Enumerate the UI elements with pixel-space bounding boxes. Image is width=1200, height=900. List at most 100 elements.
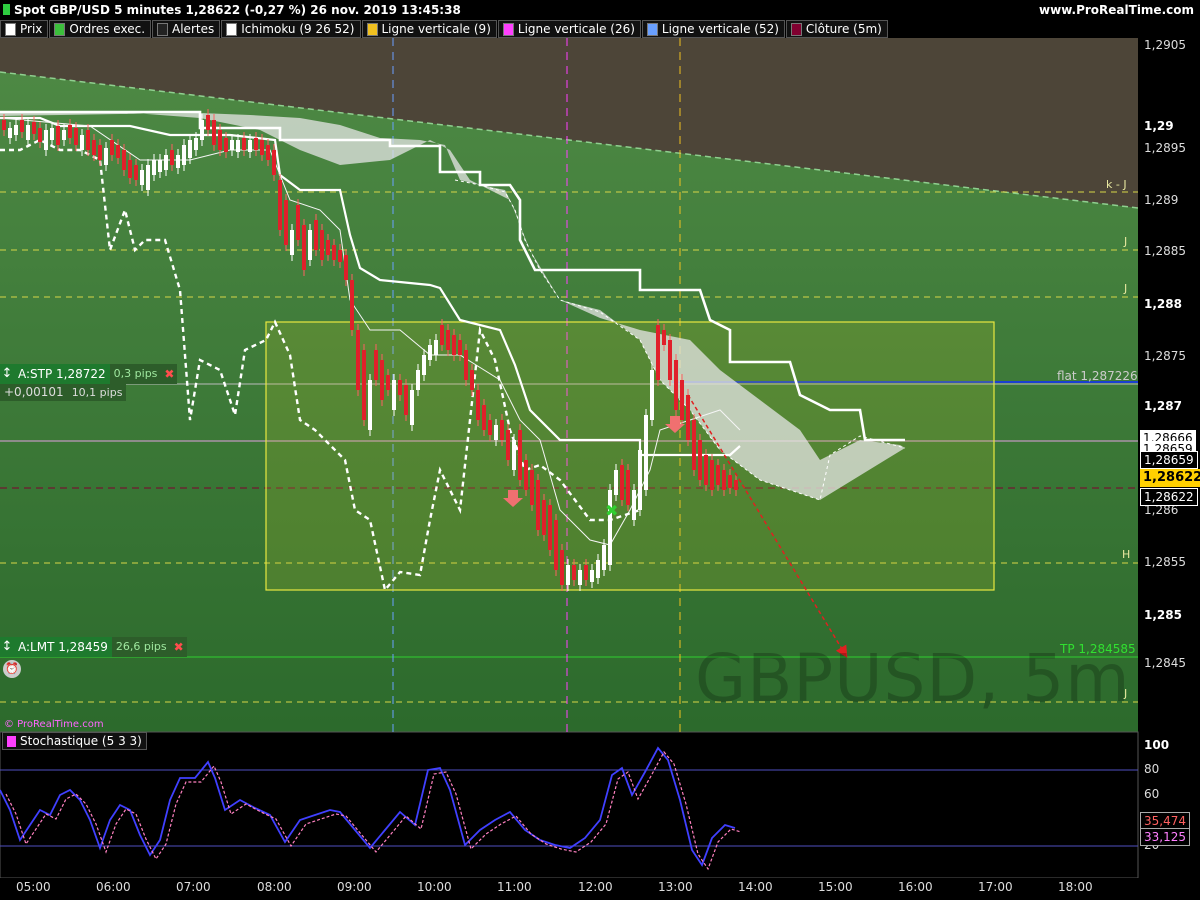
- candle: [440, 325, 444, 345]
- time-axis-label: 17:00: [978, 880, 1013, 894]
- legend-item[interactable]: Ichimoku (9 26 52): [221, 20, 361, 38]
- candle: [362, 350, 366, 420]
- legend-item[interactable]: Alertes: [152, 20, 221, 38]
- candle: [566, 565, 570, 585]
- candle: [146, 165, 150, 190]
- candle: [620, 465, 624, 500]
- candle: [266, 145, 270, 160]
- time-axis-label: 08:00: [257, 880, 292, 894]
- price-axis-label: 1,285: [1144, 608, 1182, 622]
- candle: [32, 122, 36, 134]
- candle: [536, 480, 540, 530]
- stochastic-legend[interactable]: Stochastique (5 3 3): [2, 732, 147, 750]
- candle: [500, 420, 504, 440]
- legend-swatch: [502, 22, 514, 36]
- candle: [434, 340, 438, 355]
- candle: [86, 130, 90, 150]
- candle: [110, 140, 114, 155]
- stochastic-axis-label: 60: [1144, 787, 1160, 801]
- price-axis-label: 1,2895: [1144, 141, 1186, 155]
- time-axis-label: 09:00: [337, 880, 372, 894]
- time-axis-label: 12:00: [578, 880, 613, 894]
- candle: [350, 280, 354, 330]
- instrument-flag-icon: [3, 4, 10, 15]
- candle: [128, 160, 132, 178]
- candle: [314, 220, 318, 250]
- legend-swatch: [157, 22, 169, 36]
- candle: [722, 470, 726, 490]
- chart-canvas[interactable]: ✖: [0, 0, 1200, 900]
- candle: [734, 480, 738, 490]
- candle: [728, 475, 732, 488]
- legend-label: Alertes: [172, 22, 215, 36]
- legend-label: Ichimoku (9 26 52): [241, 22, 355, 36]
- position-pnl: +0,00101 10,1 pips: [0, 384, 127, 401]
- candle: [470, 370, 474, 390]
- candle: [494, 425, 498, 440]
- candle: [458, 340, 462, 355]
- cancel-limit-order-button[interactable]: ✖: [170, 637, 187, 657]
- candle: [590, 570, 594, 582]
- time-axis-label: 18:00: [1058, 880, 1093, 894]
- candle: [506, 430, 510, 460]
- limit-order-label: A:LMT 1,28459: [14, 637, 112, 657]
- legend-item[interactable]: Ligne verticale (9): [361, 20, 497, 38]
- time-axis-label: 13:00: [658, 880, 693, 894]
- candle: [38, 128, 42, 142]
- legend-item[interactable]: Ordres exec.: [49, 20, 152, 38]
- candle: [272, 150, 276, 175]
- legend-item[interactable]: Ligne verticale (52): [641, 20, 785, 38]
- candle: [98, 145, 102, 160]
- candle: [332, 245, 336, 260]
- candle: [122, 150, 126, 170]
- candle: [488, 420, 492, 435]
- candle: [476, 390, 480, 420]
- candle: [56, 126, 60, 145]
- candle: [398, 380, 402, 395]
- legend-swatch: [54, 22, 66, 36]
- price-axis-label: 1,287: [1144, 399, 1182, 413]
- time-axis-label: 06:00: [96, 880, 131, 894]
- candle: [692, 420, 696, 470]
- price-axis-label: 1,2885: [1144, 244, 1186, 258]
- stochastic-pane: [0, 731, 1139, 879]
- legend-swatch: [226, 22, 238, 36]
- legend-item[interactable]: Clôture (5m): [785, 20, 888, 38]
- legend-swatch: [790, 22, 802, 36]
- candle: [518, 430, 522, 480]
- legend-label: Ordres exec.: [69, 22, 146, 36]
- candle: [176, 155, 180, 168]
- cancel-stop-order-button[interactable]: ✖: [161, 364, 178, 384]
- candle: [188, 140, 192, 158]
- legend-item[interactable]: Prix: [0, 20, 49, 38]
- candle: [194, 138, 198, 150]
- candle: [578, 570, 582, 585]
- site-label: www.ProRealTime.com: [1039, 3, 1194, 17]
- candle: [206, 115, 210, 130]
- time-axis-label: 16:00: [898, 880, 933, 894]
- candle: [662, 330, 666, 345]
- limit-order-tag[interactable]: ↕ A:LMT 1,28459 26,6 pips ✖: [0, 637, 187, 657]
- time-axis-label: 14:00: [738, 880, 773, 894]
- j-label-2: J: [1124, 282, 1128, 295]
- legend-item[interactable]: Ligne verticale (26): [497, 20, 641, 38]
- candle: [710, 460, 714, 490]
- alarm-clock-icon[interactable]: ⏰: [3, 660, 21, 678]
- candle: [62, 130, 66, 140]
- candle: [248, 140, 252, 152]
- drag-handle-icon[interactable]: ↕: [0, 364, 14, 384]
- candle: [326, 240, 330, 255]
- candle: [626, 470, 630, 505]
- indicator-legend: Prix Ordres exec. Alertes Ichimoku (9 26 52…: [0, 20, 889, 38]
- candle: [104, 148, 108, 165]
- candle: [14, 125, 18, 135]
- candle: [572, 565, 576, 580]
- candle: [68, 125, 72, 138]
- current-price-tag: 1,28622: [1140, 469, 1200, 487]
- candle: [680, 380, 684, 420]
- candle: [242, 138, 246, 150]
- drag-handle-icon[interactable]: ↕: [0, 637, 14, 657]
- stop-order-tag[interactable]: ↕ A:STP 1,28722 0,3 pips ✖: [0, 364, 178, 384]
- candle: [200, 120, 204, 140]
- stochastic-axis-label: 80: [1144, 762, 1160, 776]
